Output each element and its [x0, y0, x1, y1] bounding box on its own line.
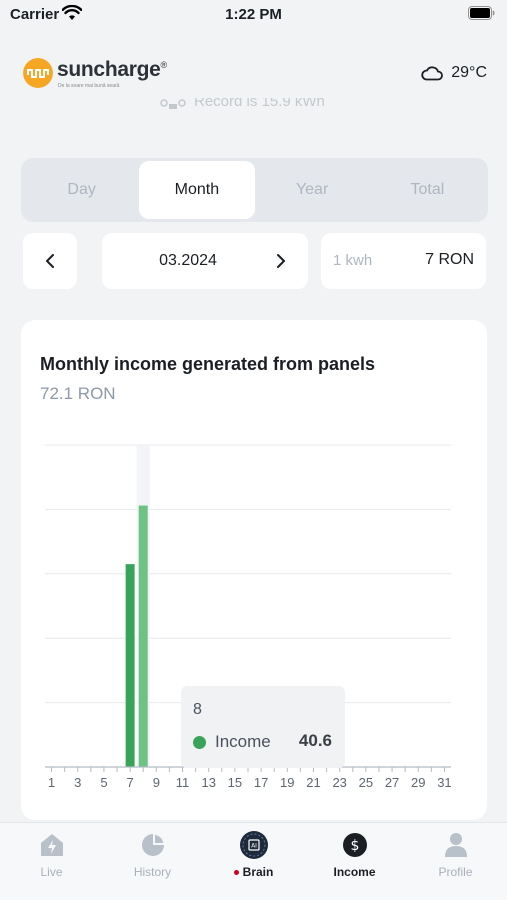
temperature-label: 29°C — [451, 64, 487, 81]
rate-unit: 1 kwh — [333, 252, 373, 269]
tab-profile[interactable]: Profile — [405, 831, 506, 891]
tooltip-value: 40.6 — [298, 731, 332, 750]
drone-icon — [160, 99, 186, 109]
tab-month[interactable]: Month — [139, 161, 255, 219]
income-chart-card: Monthly income generated from panels 72.… — [21, 320, 487, 820]
cloud-icon — [421, 66, 444, 81]
tooltip-day: 8 — [193, 701, 202, 718]
x-tick-label: 7 — [127, 775, 134, 790]
tab-year[interactable]: Year — [255, 161, 370, 219]
record-banner: Record is 15.9 kWh — [160, 98, 325, 114]
record-text: Record is 15.9 kWh — [194, 98, 325, 110]
tab-income-label: Income — [333, 865, 376, 879]
logo-wordmark: suncharge® — [57, 58, 167, 81]
weather-widget: 29°C — [421, 64, 487, 82]
chart-bar[interactable] — [125, 564, 135, 767]
x-tick-label: 17 — [254, 775, 268, 790]
x-tick-label: 15 — [228, 775, 242, 790]
chart-bar[interactable] — [138, 505, 148, 767]
chevron-left-icon — [46, 254, 54, 268]
prev-period-button[interactable] — [23, 233, 77, 289]
x-tick-label: 31 — [437, 775, 451, 790]
x-tick-label: 3 — [74, 775, 81, 790]
current-period[interactable]: 03.2024 — [102, 233, 274, 289]
app-header: suncharge® De la soare mai bună seară 29… — [0, 50, 507, 100]
x-tick-label: 9 — [153, 775, 160, 790]
date-navigator: 03.2024 — [23, 233, 308, 289]
x-tick-label: 25 — [359, 775, 373, 790]
tab-brain-label: Brain — [203, 865, 304, 879]
pie-chart-icon — [141, 834, 164, 856]
x-tick-label: 11 — [176, 775, 190, 790]
x-tick-label: 21 — [306, 775, 320, 790]
tab-day[interactable]: Day — [24, 161, 139, 219]
notification-dot — [233, 870, 239, 876]
tab-history-label: History — [133, 865, 172, 879]
tab-profile-label: Profile — [438, 865, 473, 879]
svg-text:AI: AI — [251, 843, 257, 850]
chart-tooltip: 8 Income 40.6 — [181, 686, 345, 768]
next-period-button[interactable] — [254, 233, 308, 289]
tooltip-series-dot — [193, 736, 206, 749]
bottom-tab-bar: Live History AI Brain $ Income Profile — [0, 822, 507, 900]
tab-income[interactable]: $ Income — [304, 831, 405, 891]
suncharge-logo: suncharge® De la soare mai bună seară — [23, 56, 203, 90]
tab-brain[interactable]: AI Brain — [203, 831, 304, 891]
logo-tagline: De la soare mai bună seară — [58, 83, 120, 89]
tab-day-label: Day — [67, 181, 96, 198]
person-icon — [444, 833, 467, 857]
x-tick-label: 13 — [201, 775, 215, 790]
x-tick-label: 29 — [411, 775, 425, 790]
chevron-right-icon — [277, 254, 285, 268]
rate-value: 7 RON — [425, 251, 474, 268]
tooltip-series-label: Income — [215, 732, 271, 751]
sun-wave-icon — [23, 58, 53, 88]
tab-live[interactable]: Live — [1, 831, 102, 891]
x-tick-label: 19 — [280, 775, 294, 790]
tab-year-label: Year — [295, 181, 329, 198]
battery-icon — [468, 6, 495, 20]
x-tick-label: 23 — [332, 775, 346, 790]
status-bar: Carrier 1:22 PM — [0, 0, 507, 30]
ai-chip-icon: AI — [239, 831, 268, 859]
x-tick-label: 1 — [48, 775, 55, 790]
house-bolt-icon — [40, 834, 63, 856]
status-time: 1:22 PM — [225, 6, 282, 23]
tab-live-label: Live — [40, 865, 63, 879]
svg-text:$: $ — [350, 838, 359, 854]
tab-month-label: Month — [174, 181, 220, 198]
dollar-circle-icon: $ — [342, 833, 367, 857]
period-tabs: Day Month Year Total — [21, 158, 488, 222]
x-tick-label: 5 — [100, 775, 107, 790]
tab-total[interactable]: Total — [370, 161, 485, 219]
tab-history[interactable]: History — [102, 831, 203, 891]
kwh-rate-field[interactable]: 1 kwh 7 RON — [321, 233, 486, 289]
tab-total-label: Total — [410, 181, 445, 198]
x-tick-label: 27 — [385, 775, 399, 790]
